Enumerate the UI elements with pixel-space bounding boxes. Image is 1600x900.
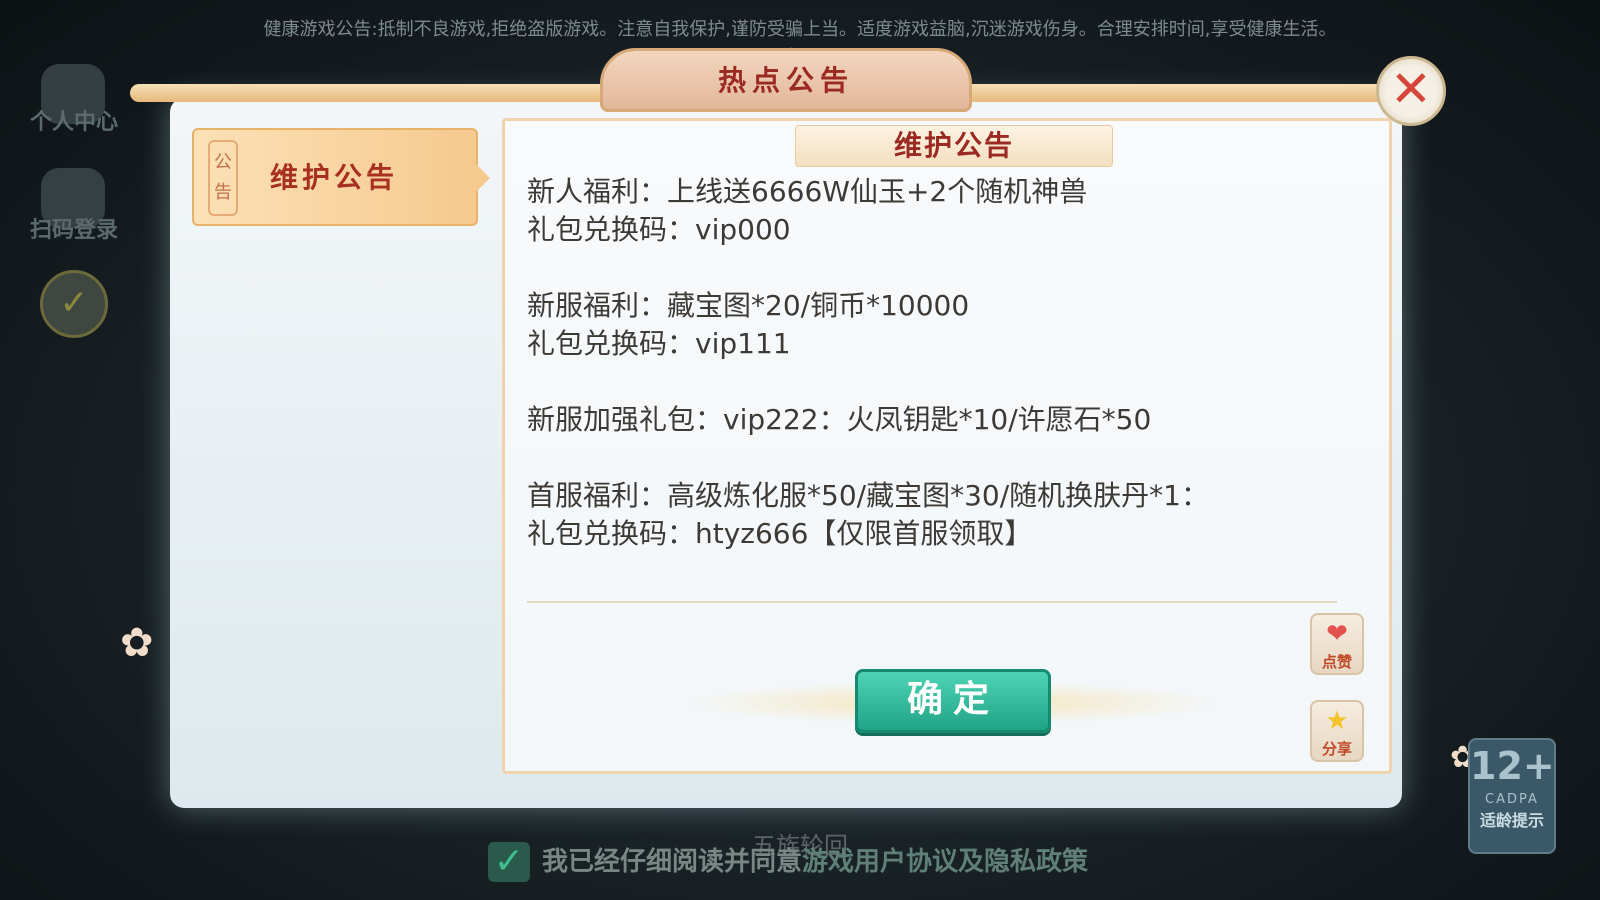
age-tip-label: 适龄提示 xyxy=(1479,811,1544,830)
announcement-spacer xyxy=(527,249,1367,287)
agreement-checkbox[interactable]: ✓ xyxy=(488,842,530,882)
announcement-tab-list: 公告 维护公告 xyxy=(170,98,490,808)
announcement-line: 新服福利：藏宝图*20/铜币*10000 xyxy=(527,289,970,322)
heart-icon: ❤ xyxy=(1326,619,1348,649)
chevron-down-icon: ✓ xyxy=(59,283,89,323)
announcement-line: 礼包兑换码：htyz666【仅限首服领取】 xyxy=(527,517,1033,550)
agreement-text: 我已经仔细阅读并同意游戏用户协议及隐私政策 xyxy=(542,842,1088,882)
collapse-menu-button[interactable]: ✓ xyxy=(40,270,108,338)
agreement-prefix: 我已经仔细阅读并同意 xyxy=(542,847,803,877)
personal-center-label: 个人中心 xyxy=(29,110,118,135)
share-button[interactable]: ★ 分享 xyxy=(1310,700,1364,762)
tab-pointer xyxy=(476,164,490,192)
star-icon: ★ xyxy=(1325,706,1349,736)
tab-label: 维护公告 xyxy=(270,161,399,194)
announcement-line: 新人福利：上线送6666W仙玉+2个随机神兽 xyxy=(527,175,1088,208)
lotus-decoration-icon: ✿ xyxy=(120,620,154,666)
close-icon: ✕ xyxy=(1390,60,1432,118)
notice-seal-icon: 公告 xyxy=(208,140,238,216)
like-label: 点赞 xyxy=(1321,653,1352,671)
confirm-button[interactable]: 确定 xyxy=(855,669,1051,733)
dialog-title: 热点公告 xyxy=(600,48,972,112)
announcement-dialog: 热点公告 ✕ 公告 维护公告 维护公告 新人福利：上线送6666W仙玉+2个随机… xyxy=(130,48,1446,808)
announcement-body[interactable]: 新人福利：上线送6666W仙玉+2个随机神兽 礼包兑换码：vip000 新服福利… xyxy=(527,173,1367,553)
personal-center-button[interactable]: 个人中心 xyxy=(30,64,118,135)
close-button[interactable]: ✕ xyxy=(1376,56,1446,126)
like-button[interactable]: ❤ 点赞 xyxy=(1310,613,1364,675)
scan-login-button[interactable]: 扫码登录 xyxy=(30,168,118,243)
age-rating: 12+ xyxy=(1470,744,1555,788)
announcement-line: 礼包兑换码：vip111 xyxy=(527,327,791,360)
announcement-spacer xyxy=(527,439,1367,477)
agreement-link[interactable]: 游戏用户协议及隐私政策 xyxy=(802,847,1088,877)
announcement-line: 新服加强礼包：vip222：火凤钥匙*10/许愿石*50 xyxy=(527,403,1152,436)
announcement-line: 礼包兑换码：vip000 xyxy=(527,213,791,246)
announcement-line: 首服福利：高级炼化服*50/藏宝图*30/随机换肤丹*1： xyxy=(527,479,1209,512)
tab-maintenance-notice[interactable]: 公告 维护公告 xyxy=(192,128,478,226)
age-rating-badge[interactable]: 12+ CADPA 适龄提示 xyxy=(1468,738,1556,854)
health-notice: 健康游戏公告:抵制不良游戏,拒绝盗版游戏。注意自我保护,谨防受骗上当。适度游戏益… xyxy=(263,19,1337,40)
scan-login-label: 扫码登录 xyxy=(29,218,118,243)
announcement-content: 维护公告 新人福利：上线送6666W仙玉+2个随机神兽 礼包兑换码：vip000… xyxy=(502,118,1392,774)
announcement-spacer xyxy=(527,363,1367,401)
share-label: 分享 xyxy=(1321,740,1352,758)
divider xyxy=(527,601,1337,603)
rating-org: CADPA xyxy=(1485,792,1539,807)
content-title: 维护公告 xyxy=(795,125,1113,167)
